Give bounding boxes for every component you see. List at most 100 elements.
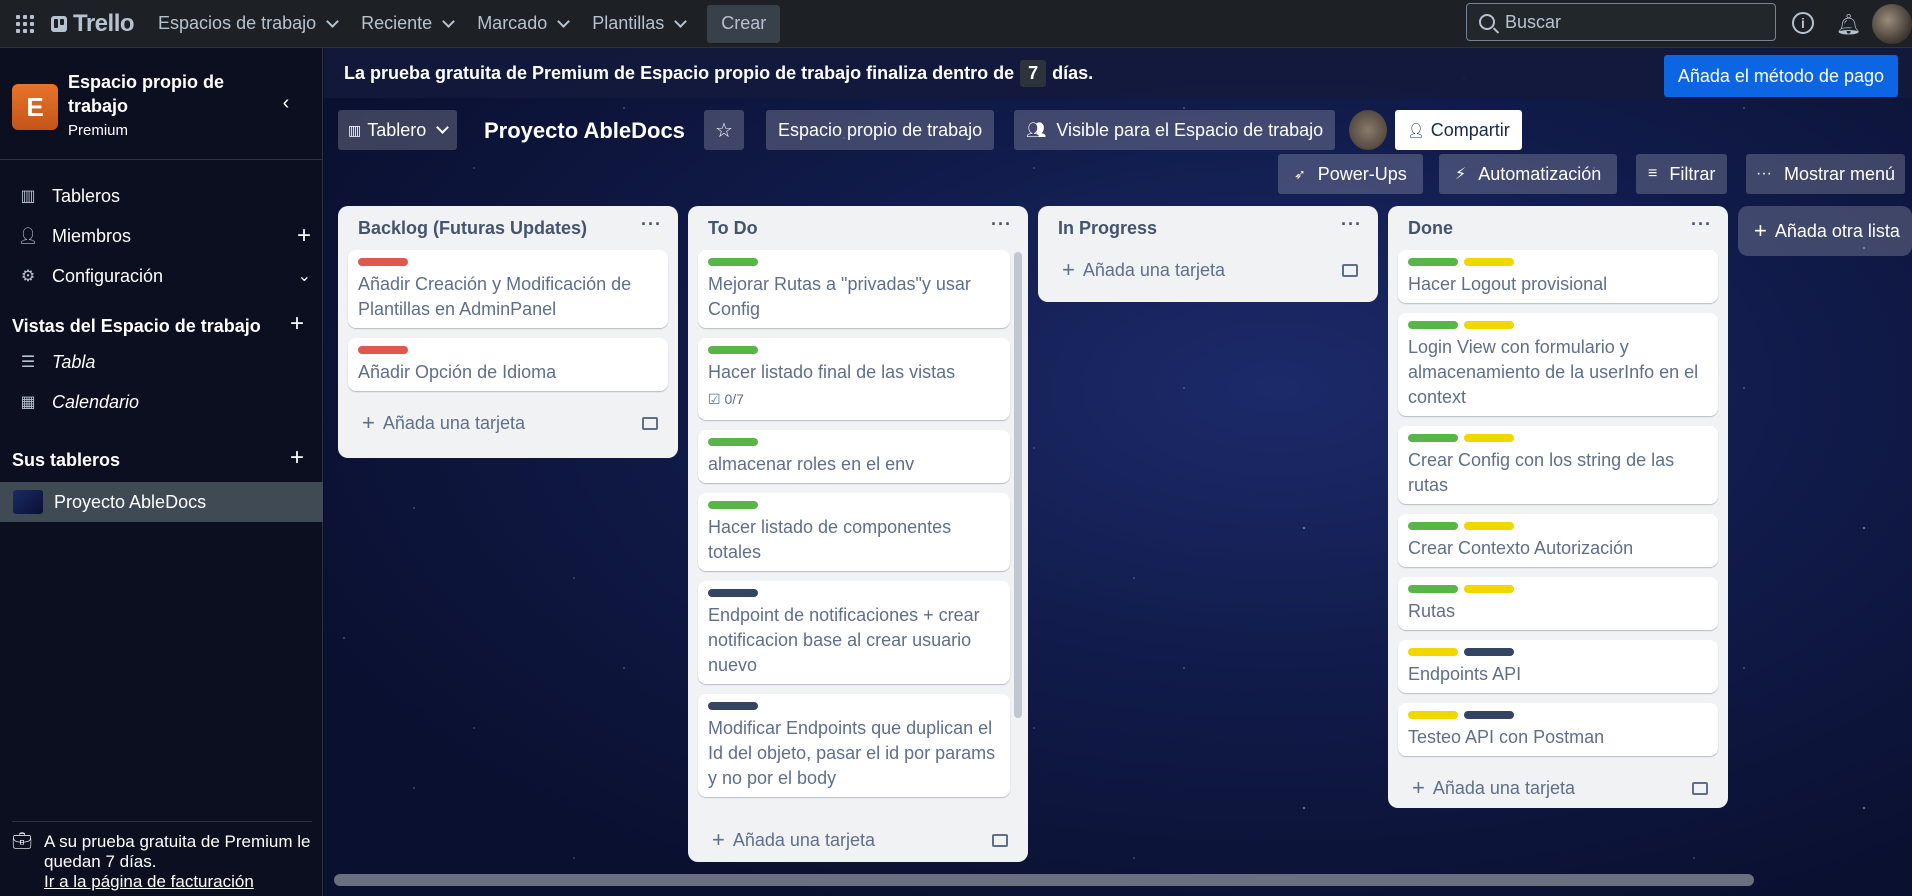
label-green	[1408, 258, 1458, 266]
visibility-label: Visible para el Espacio de trabajo	[1056, 119, 1324, 140]
workspace-name[interactable]: Espacio propio de trabajo	[68, 70, 228, 118]
info-icon[interactable]: i	[1792, 12, 1814, 34]
visibility-button[interactable]: 👥︎ Visible para el Espacio de trabajo	[1014, 110, 1336, 150]
billing-link[interactable]: Ir a la página de facturación	[44, 872, 254, 891]
star-board-button[interactable]: ☆	[704, 110, 744, 150]
boards-heading: Sus tableros	[12, 450, 121, 470]
card[interactable]: Login View con formulario y almacenamien…	[1398, 313, 1718, 416]
add-member-icon[interactable]: +	[297, 222, 311, 250]
list-title: In Progress	[1058, 217, 1158, 238]
add-card-button[interactable]: + Añada una tarjeta	[338, 401, 678, 445]
card[interactable]: almacenar roles en el env	[698, 430, 1010, 483]
add-board-icon[interactable]: +	[290, 444, 304, 472]
plus-icon: +	[362, 410, 375, 435]
nav-starred[interactable]: Marcado	[467, 6, 578, 42]
nav-starred-label: Marcado	[477, 13, 548, 33]
board-view-switcher[interactable]: ▥ Tablero	[338, 110, 458, 150]
board-title[interactable]: Proyecto AbleDocs	[484, 118, 685, 144]
banner-text: La prueba gratuita de Premium de Espacio…	[344, 62, 1015, 83]
nav-recent[interactable]: Reciente	[351, 6, 463, 42]
bell-icon[interactable]: 🔔︎	[1836, 12, 1861, 36]
label-yellow	[1408, 711, 1458, 719]
card-template-icon[interactable]	[642, 416, 658, 430]
sidebar-item-members[interactable]: 👤︎ Miembros +	[0, 216, 323, 256]
list-scrollbar[interactable]	[1014, 252, 1022, 718]
list-header[interactable]: Done ···	[1388, 206, 1728, 250]
list-menu-icon[interactable]: ···	[991, 214, 1012, 235]
sidebar-item-label: Miembros	[52, 225, 132, 246]
share-button[interactable]: 👤︎ Compartir	[1395, 110, 1522, 150]
card[interactable]: Crear Config con los string de las rutas	[1398, 426, 1718, 504]
workspace-logo[interactable]: E	[12, 84, 58, 130]
card-template-icon[interactable]	[1342, 263, 1358, 277]
card-labels	[708, 501, 1000, 511]
app-switcher-icon[interactable]	[13, 12, 37, 36]
card[interactable]: Añadir Creación y Modificación de Planti…	[348, 250, 668, 328]
label-green	[1408, 522, 1458, 530]
add-view-icon[interactable]: +	[290, 310, 304, 338]
search-input[interactable]: Buscar	[1466, 3, 1776, 41]
more-icon: ···	[1756, 165, 1772, 182]
user-avatar[interactable]	[1872, 4, 1912, 44]
list-cards-scroll[interactable]: Mejorar Rutas a "privadas"y usar Config …	[688, 250, 1028, 818]
add-card-button[interactable]: + Añada una tarjeta	[688, 818, 1028, 862]
card-labels	[708, 589, 1000, 599]
card[interactable]: Hacer listado de componentes totales	[698, 493, 1010, 571]
card[interactable]: Hacer listado final de las vistas ☑ 0/7	[698, 338, 1010, 420]
card[interactable]: Añadir Opción de Idioma	[348, 338, 668, 391]
workspace-button[interactable]: Espacio propio de trabajo	[766, 110, 995, 150]
list-header[interactable]: In Progress ···	[1038, 206, 1378, 250]
sidebar-item-table[interactable]: ☰ Tabla	[0, 342, 323, 382]
board-icon: ▥	[20, 188, 36, 205]
share-label: Compartir	[1430, 119, 1510, 140]
filter-button[interactable]: ≡ Filtrar	[1636, 154, 1728, 194]
nav-templates[interactable]: Plantillas	[582, 6, 695, 42]
filter-label: Filtrar	[1669, 163, 1716, 184]
sidebar-item-settings[interactable]: ⚙ Configuración ⌄	[0, 256, 323, 296]
horizontal-scrollbar[interactable]	[334, 874, 1754, 886]
show-menu-button[interactable]: ··· Mostrar menú	[1746, 154, 1906, 194]
collapse-sidebar-icon[interactable]: ‹	[272, 92, 300, 116]
card-title: Hacer listado de componentes totales	[708, 517, 952, 562]
sidebar-board-proyecto-abledocs[interactable]: Proyecto AbleDocs	[0, 482, 323, 522]
card[interactable]: Mejorar Rutas a "privadas"y usar Config	[698, 250, 1010, 328]
sidebar-item-boards[interactable]: ▥ Tableros	[0, 176, 323, 216]
card-labels	[1408, 648, 1708, 658]
card-template-icon[interactable]	[1692, 781, 1708, 795]
sidebar-item-calendar[interactable]: ▦ Calendario	[0, 382, 323, 422]
views-heading: Vistas del Espacio de trabajo	[12, 316, 261, 336]
card[interactable]: Crear Contexto Autorización	[1398, 514, 1718, 567]
list-title: To Do	[708, 217, 758, 238]
chevron-down-icon[interactable]: ⌄	[298, 266, 311, 286]
list-header[interactable]: To Do ···	[688, 206, 1028, 250]
list-menu-icon[interactable]: ···	[1341, 214, 1362, 235]
card[interactable]: Testeo API con Postman	[1398, 703, 1718, 756]
list-done: Done ··· Hacer Logout provisional Login …	[1388, 206, 1728, 808]
list-header[interactable]: Backlog (Futuras Updates) ···	[338, 206, 678, 250]
card[interactable]: Endpoints API	[1398, 640, 1718, 693]
chevron-down-icon	[674, 14, 688, 28]
card[interactable]: Endpoint de notificaciones + crear notif…	[698, 581, 1010, 684]
nav-workspaces-label: Espacios de trabajo	[158, 13, 317, 33]
card-title: Modificar Endpoints que duplican el Id d…	[708, 718, 996, 788]
list-menu-icon[interactable]: ···	[641, 214, 662, 235]
star-icon: ☆	[715, 119, 733, 142]
create-button[interactable]: Crear	[707, 4, 781, 43]
nav-workspaces[interactable]: Espacios de trabajo	[148, 6, 347, 42]
list-menu-icon[interactable]: ···	[1691, 214, 1712, 235]
add-card-button[interactable]: + Añada una tarjeta	[1038, 250, 1378, 290]
trello-logo[interactable]: Trello	[51, 10, 135, 38]
card-template-icon[interactable]	[992, 833, 1008, 847]
card[interactable]: Hacer Logout provisional	[1398, 250, 1718, 303]
automation-button[interactable]: ⚡︎ Automatización	[1439, 154, 1618, 194]
add-card-button[interactable]: + Añada una tarjeta	[1388, 766, 1728, 810]
rocket-icon: ➶	[1294, 165, 1306, 182]
powerups-button[interactable]: ➶ Power-Ups	[1278, 154, 1423, 194]
add-payment-button[interactable]: Añada el método de pago	[1663, 55, 1898, 97]
member-avatar[interactable]	[1349, 110, 1387, 150]
card[interactable]: Rutas	[1398, 577, 1718, 630]
add-list-button[interactable]: + Añada otra lista	[1738, 206, 1912, 256]
card[interactable]: Modificar Endpoints que duplican el Id d…	[698, 694, 1010, 797]
card-title: Crear Contexto Autorización	[1408, 538, 1634, 558]
card-labels	[358, 346, 658, 356]
